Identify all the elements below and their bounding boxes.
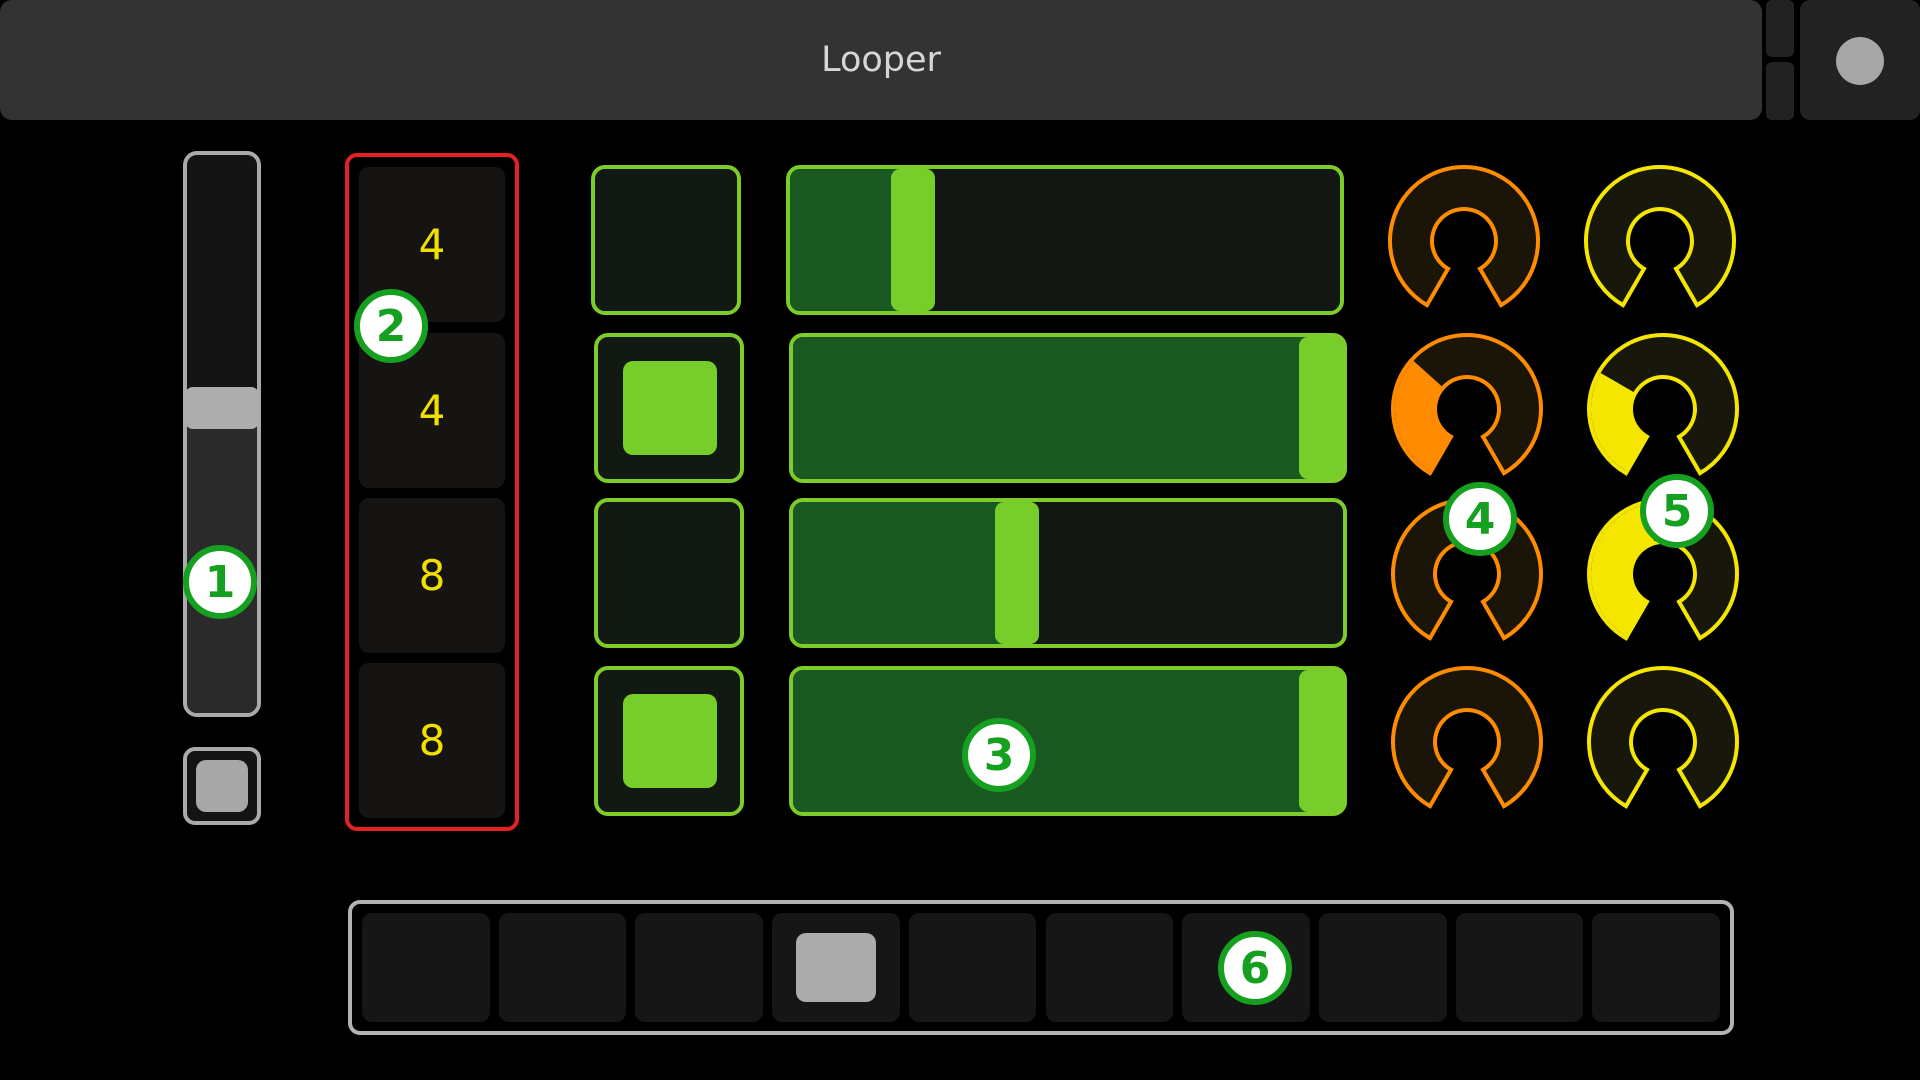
step-button-3[interactable]	[635, 913, 764, 1022]
step-button-2[interactable]	[498, 913, 627, 1022]
track-toggle-2-active	[623, 361, 717, 455]
callout-badge-2: 2	[354, 289, 428, 363]
track-4-knob-orange[interactable]	[1389, 664, 1545, 820]
track-position-fill-4	[793, 670, 1321, 812]
track-position-handle-2[interactable]	[1299, 337, 1343, 479]
callout-badge-5: 5	[1640, 474, 1714, 548]
step-button-6[interactable]	[1045, 913, 1174, 1022]
track-position-slider-3[interactable]	[789, 498, 1347, 648]
callout-badge-6: 6	[1218, 931, 1292, 1005]
callout-badge-1: 1	[183, 545, 257, 619]
track-position-fill-3	[793, 502, 1018, 644]
track-position-slider-2[interactable]	[789, 333, 1347, 483]
step-button-1[interactable]	[362, 913, 490, 1022]
page-title: Looper	[821, 40, 941, 80]
volume-fader-handle[interactable]	[185, 387, 259, 430]
track-2-knob-yellow[interactable]	[1585, 331, 1741, 487]
track-toggle-1[interactable]	[591, 165, 741, 315]
volume-fader[interactable]	[183, 151, 261, 717]
header-side-button-top[interactable]	[1766, 0, 1794, 57]
track-1-knob-orange[interactable]	[1386, 163, 1542, 319]
callout-badge-4: 4	[1443, 482, 1517, 556]
track-2-knob-orange[interactable]	[1389, 331, 1545, 487]
loop-length-button-3[interactable]: 8	[359, 498, 505, 653]
track-position-slider-1[interactable]	[786, 165, 1344, 315]
track-toggle-3[interactable]	[594, 498, 744, 648]
track-4-knob-yellow[interactable]	[1585, 664, 1741, 820]
step-button-9[interactable]	[1455, 913, 1584, 1022]
track-position-handle-4[interactable]	[1299, 670, 1343, 812]
track-position-handle-1[interactable]	[891, 169, 936, 311]
header-side-button-bottom[interactable]	[1766, 62, 1794, 120]
track-position-fill-2	[793, 337, 1321, 479]
step-button-8[interactable]	[1318, 913, 1447, 1022]
callout-badge-3: 3	[962, 718, 1036, 792]
record-dot-icon	[1836, 37, 1884, 85]
track-toggle-4-active	[623, 694, 717, 788]
loop-length-button-4[interactable]: 8	[359, 663, 505, 818]
volume-mute-indicator	[196, 760, 248, 812]
track-1-knob-yellow[interactable]	[1582, 163, 1738, 319]
track-position-slider-4[interactable]	[789, 666, 1347, 816]
step-button-5[interactable]	[908, 913, 1037, 1022]
step-button-10[interactable]	[1592, 913, 1720, 1022]
track-position-handle-3[interactable]	[995, 502, 1040, 644]
step-active-indicator	[796, 933, 876, 1002]
